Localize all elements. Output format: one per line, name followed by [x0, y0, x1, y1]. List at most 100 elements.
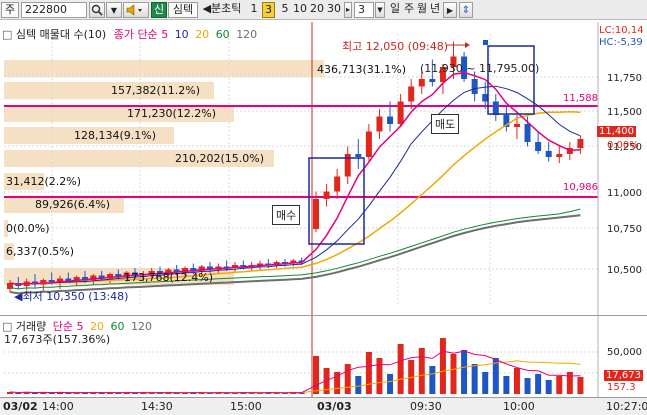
- indicator-button[interactable]: 심텍: [168, 2, 198, 18]
- updown-button[interactable]: ⇕: [459, 2, 473, 18]
- interval-label: 30: [327, 2, 341, 15]
- legend-ma20: 20: [195, 28, 210, 41]
- toolbar: 주 222800 ▼ 신 심텍 ◀분초틱 1 3 5 10 20 30 ▸ 3 …: [0, 0, 647, 20]
- volume-bar: [450, 354, 457, 394]
- volume-bar: [132, 393, 138, 394]
- volume-bar: [429, 366, 436, 394]
- volume-panel[interactable]: □ 거래량 단순 5 20 60 120 17,673주(157.36%) 50…: [0, 315, 647, 397]
- signal-label: 신: [153, 3, 165, 16]
- chevron-down-icon: ▼: [110, 6, 118, 15]
- sound-button[interactable]: [123, 2, 149, 18]
- interval-scroll-right[interactable]: ▸: [344, 2, 352, 18]
- market-select[interactable]: 주: [1, 2, 19, 18]
- y-tick: 11,500: [607, 107, 642, 118]
- up-candle: [323, 191, 330, 199]
- tab-label: 년: [429, 2, 441, 15]
- legend-marker: □: [2, 28, 13, 41]
- volume-bar: [556, 376, 563, 394]
- time-axis: 03/02 14:00 14:30 15:00 03/03 09:30 10:0…: [0, 397, 647, 415]
- legend-ma60: 60: [215, 28, 230, 41]
- time-label: 14:00: [42, 400, 74, 413]
- search-icon: [91, 4, 103, 16]
- down-candle: [471, 79, 478, 94]
- indicator-label: 심텍: [172, 3, 194, 16]
- profile-label-6: 31,412(2.2%): [6, 175, 82, 188]
- up-candle: [334, 176, 341, 192]
- high-annotation: 최고 12,050 (09:48): [342, 40, 449, 53]
- down-candle: [387, 116, 394, 124]
- volume-ma120: 120: [131, 320, 153, 333]
- tab-week[interactable]: 주: [403, 2, 415, 18]
- tab-day[interactable]: 일: [389, 2, 401, 18]
- unit-value: 3: [358, 3, 365, 16]
- volume-bar: [65, 393, 72, 394]
- high-arrow-head: [465, 42, 470, 48]
- tab-label: 월: [416, 2, 428, 15]
- volume-y-tick: 50,000: [607, 347, 642, 358]
- volume-bar: [503, 376, 510, 394]
- legend-ma120: 120: [236, 28, 258, 41]
- interval-5[interactable]: 5: [279, 2, 291, 18]
- profile-label-9: 6,337(0.5%): [6, 245, 75, 258]
- search-button[interactable]: [89, 2, 105, 18]
- time-label: 14:30: [141, 400, 173, 413]
- up-candle: [376, 116, 383, 132]
- volume-bar: [73, 393, 80, 394]
- volume-bar: [376, 358, 383, 394]
- interval-10[interactable]: 10: [292, 2, 308, 18]
- down-candle: [492, 101, 499, 115]
- tab-year[interactable]: 년: [429, 2, 441, 18]
- upper-line-label: 11,588: [563, 93, 598, 104]
- y-tick: 10,500: [607, 265, 642, 276]
- lower-line-label: 10,986: [563, 182, 598, 193]
- profile-label-2: 157,382(11.2%): [111, 84, 201, 97]
- volume-bar: [524, 378, 531, 394]
- tab-month[interactable]: 월: [416, 2, 428, 18]
- signal-button[interactable]: 신: [151, 2, 167, 18]
- price-chart-panel[interactable]: □ 심텍 매물대 수(10) 종가 단순 5 10 20 60 120 LC:1…: [0, 22, 647, 315]
- interval-30[interactable]: 30: [326, 2, 342, 18]
- volume-bar: [173, 393, 180, 394]
- unit-input[interactable]: 3: [354, 2, 374, 18]
- volume-bar: [566, 372, 573, 394]
- stock-code-input[interactable]: 222800: [21, 2, 87, 18]
- up-candle: [408, 86, 415, 102]
- stock-code-value: 222800: [25, 3, 67, 16]
- interval-20[interactable]: 20: [309, 2, 325, 18]
- low-annotation: ◀최저 10,350 (13:48): [14, 288, 128, 304]
- up-candle: [397, 101, 404, 124]
- period-type-label[interactable]: ◀분초틱: [199, 2, 245, 18]
- volume-bar: [198, 393, 205, 394]
- hc-label: HC:-5,39: [599, 37, 643, 48]
- volume-bar: [482, 372, 489, 394]
- legend-ma5: 5: [161, 28, 169, 41]
- interval-3[interactable]: 3: [262, 2, 275, 18]
- down-candle: [545, 151, 552, 157]
- up-candle: [513, 124, 520, 127]
- interval-label: 10: [293, 2, 307, 15]
- interval-1[interactable]: 1: [248, 2, 260, 18]
- current-price-tag: 11,400: [597, 126, 636, 137]
- volume-bar: [471, 364, 478, 394]
- dropdown-button[interactable]: ▼: [106, 2, 122, 18]
- volume-bar: [387, 374, 394, 394]
- volume-bar: [15, 393, 22, 394]
- profile-label-8: 0(0.0%): [6, 222, 50, 235]
- interval-label: 20: [310, 2, 324, 15]
- price-legend: □ 심텍 매물대 수(10) 종가 단순 5 10 20 60 120: [2, 26, 257, 42]
- up-candle: [418, 79, 425, 87]
- volume-bar: [313, 356, 319, 394]
- market-label: 주: [4, 3, 16, 16]
- period-end-button[interactable]: ▶: [443, 2, 457, 18]
- time-label: 10:27:0: [606, 400, 647, 413]
- chevron-down-icon: ▼: [377, 6, 383, 14]
- interval-label: 5: [281, 2, 289, 15]
- y-tick: 10,750: [607, 224, 642, 235]
- unit-dropdown[interactable]: ▼: [375, 2, 385, 18]
- time-label: 09:30: [410, 400, 442, 413]
- y-tick: 11,750: [607, 73, 642, 84]
- current-volume-tag: 17,673: [604, 370, 643, 381]
- play-icon: ▶: [446, 6, 454, 15]
- volume-bar: [107, 393, 113, 394]
- volume-ma60: 60: [110, 320, 125, 333]
